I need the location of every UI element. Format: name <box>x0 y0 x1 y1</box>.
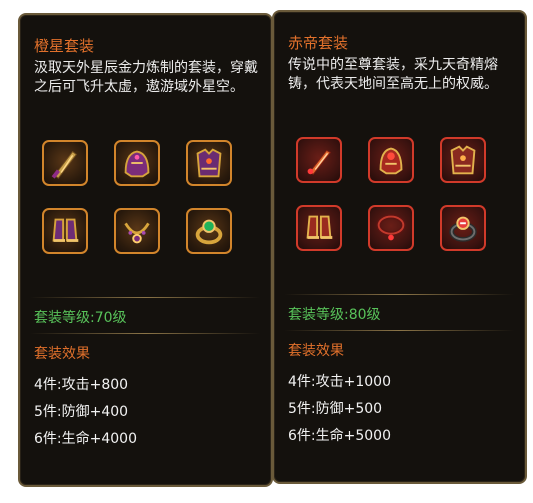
ring-icon <box>195 219 223 245</box>
set-effect-4: 4件:攻击+800 <box>34 377 129 393</box>
set-effect-6: 6件:生命+4000 <box>34 431 137 447</box>
divider <box>30 333 260 334</box>
set-description: 传说中的至尊套装，采九天奇精熔铸，代表天地间至高无上的权威。 <box>288 57 498 92</box>
armor-icon <box>450 145 476 175</box>
set-description: 汲取天外星辰金力炼制的套装，穿戴之后可飞升太虚，遨游域外星空。 <box>34 60 258 95</box>
boots-icon <box>52 218 79 242</box>
equip-slot-weapon[interactable] <box>42 140 88 186</box>
set-title: 赤帝套装 <box>288 34 349 52</box>
necklace-icon <box>376 214 406 241</box>
set-effect-5: 5件:防御+500 <box>288 401 383 417</box>
equip-slot-necklace[interactable] <box>368 205 414 251</box>
helmet-icon <box>379 147 403 175</box>
equip-slot-weapon[interactable] <box>296 137 342 183</box>
sword-icon <box>51 150 78 179</box>
equip-slot-necklace[interactable] <box>114 208 160 254</box>
equip-slot-boots[interactable] <box>296 205 342 251</box>
equip-slot-armor[interactable] <box>440 137 486 183</box>
set-effect-title: 套装效果 <box>288 343 344 359</box>
equip-slot-helmet[interactable] <box>368 137 414 183</box>
boots-icon <box>306 215 333 239</box>
helmet-icon <box>124 150 150 178</box>
set-title: 橙星套装 <box>34 37 95 55</box>
divider <box>284 330 514 331</box>
armor-icon <box>196 148 222 178</box>
set-effect-title: 套装效果 <box>34 346 90 362</box>
set-card-red-emperor: 赤帝套装 传说中的至尊套装，采九天奇精熔铸，代表天地间至高无上的权威。 套装等级… <box>272 10 527 484</box>
necklace-icon <box>124 222 150 244</box>
sword-icon <box>307 149 332 175</box>
equip-slot-ring[interactable] <box>186 208 232 254</box>
set-level: 套装等级:70级 <box>34 310 127 326</box>
set-card-orange-star: 橙星套装 汲取天外星辰金力炼制的套装，穿戴之后可飞升太虚，遨游域外星空。 套装等… <box>18 13 273 487</box>
set-effect-6: 6件:生命+5000 <box>288 428 391 444</box>
set-level: 套装等级:80级 <box>288 307 381 323</box>
equip-slot-ring[interactable] <box>440 205 486 251</box>
divider <box>284 294 514 295</box>
equip-slot-armor[interactable] <box>186 140 232 186</box>
set-effect-4: 4件:攻击+1000 <box>288 374 391 390</box>
equip-slot-helmet[interactable] <box>114 140 160 186</box>
equip-slot-boots[interactable] <box>42 208 88 254</box>
set-effect-5: 5件:防御+400 <box>34 404 129 420</box>
ring-icon <box>449 216 477 242</box>
divider <box>30 297 260 298</box>
